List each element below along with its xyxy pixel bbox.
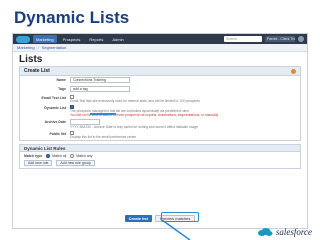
name-row: Name Connections Training — [20, 76, 300, 85]
slide-title: Dynamic Lists — [14, 8, 130, 27]
dynamic-list-label: Dynamic List — [44, 106, 66, 111]
match-type-label: Match type — [24, 154, 43, 159]
dynamic-list-annotation-arrow — [90, 113, 116, 115]
create-list-title: Create List — [24, 68, 50, 74]
match-type-row: Match type Match all Match any — [24, 154, 296, 159]
dynamic-list-rules-body: Match type Match all Match any Add new r… — [19, 152, 301, 170]
email-test-list-hint: Email Test lists are exclusively used fo… — [70, 99, 200, 104]
top-nav-bar: Marketing Prospects Reports Admin Search… — [13, 34, 307, 44]
rule-buttons: Add new rule Add new rule group — [24, 160, 296, 167]
user-menu[interactable]: Pardot - Client Training — [265, 36, 295, 42]
tags-field[interactable]: add a tag — [70, 86, 130, 92]
match-any-label: Match any — [76, 154, 93, 159]
tags-label: Tags — [58, 87, 66, 91]
email-test-list-label: Email Test List — [41, 96, 66, 100]
brand-text: salesforce — [275, 227, 312, 237]
match-all-radio[interactable] — [46, 154, 51, 159]
create-list-header: Create List — [20, 67, 300, 76]
archive-date-row: Archive Date YYYY-MM-DD - Archive Date i… — [20, 118, 300, 130]
dynamic-list-row: Dynamic List The prospects managed in th… — [20, 104, 300, 118]
tab-marketing[interactable]: Marketing — [33, 35, 57, 43]
app-window: Marketing Prospects Reports Admin Search… — [12, 33, 308, 229]
tab-admin[interactable]: Admin — [109, 35, 126, 43]
gear-icon[interactable] — [298, 36, 304, 42]
breadcrumb: Marketing / Segmentation — [13, 44, 307, 52]
email-test-list-row: Email Test List Email Test lists are exc… — [20, 94, 300, 104]
tab-prospects[interactable]: Prospects — [60, 35, 84, 43]
name-label: Name — [56, 78, 66, 82]
page-title: Lists — [19, 54, 43, 65]
salesforce-logo: salesforce — [257, 227, 312, 237]
create-list-panel: Create List Name Connections Training Ta… — [19, 66, 301, 142]
public-list-hint: Display this list in the email preferenc… — [70, 135, 137, 140]
match-any-radio[interactable] — [70, 154, 75, 159]
create-list-button[interactable]: Create list — [124, 215, 152, 222]
breadcrumb-segmentation[interactable]: Segmentation — [42, 45, 67, 50]
tab-reports[interactable]: Reports — [86, 35, 106, 43]
breadcrumb-separator: / — [37, 45, 39, 50]
add-rule-button[interactable]: Add new rule — [24, 160, 53, 167]
tags-row: Tags add a tag — [20, 85, 300, 94]
preview-highlight-ring — [161, 212, 199, 222]
breadcrumb-marketing[interactable]: Marketing — [17, 45, 35, 50]
help-icon[interactable] — [291, 68, 296, 74]
add-rule-group-button[interactable]: Add new rule group — [56, 160, 95, 167]
match-all-label: Match all — [52, 154, 67, 159]
name-field[interactable]: Connections Training — [70, 77, 130, 83]
search-input[interactable]: Search — [224, 36, 262, 42]
archive-date-hint: YYYY-MM-DD - Archive Date is only useful… — [70, 125, 198, 130]
pardot-logo-icon[interactable] — [16, 35, 30, 43]
salesforce-cloud-icon — [257, 228, 273, 236]
dynamic-list-rules-header: Dynamic List Rules — [19, 144, 301, 153]
archive-date-label: Archive Date — [44, 120, 66, 125]
public-list-row: Public list Display this list in the ema… — [20, 130, 300, 140]
public-list-label: Public list — [49, 132, 66, 137]
